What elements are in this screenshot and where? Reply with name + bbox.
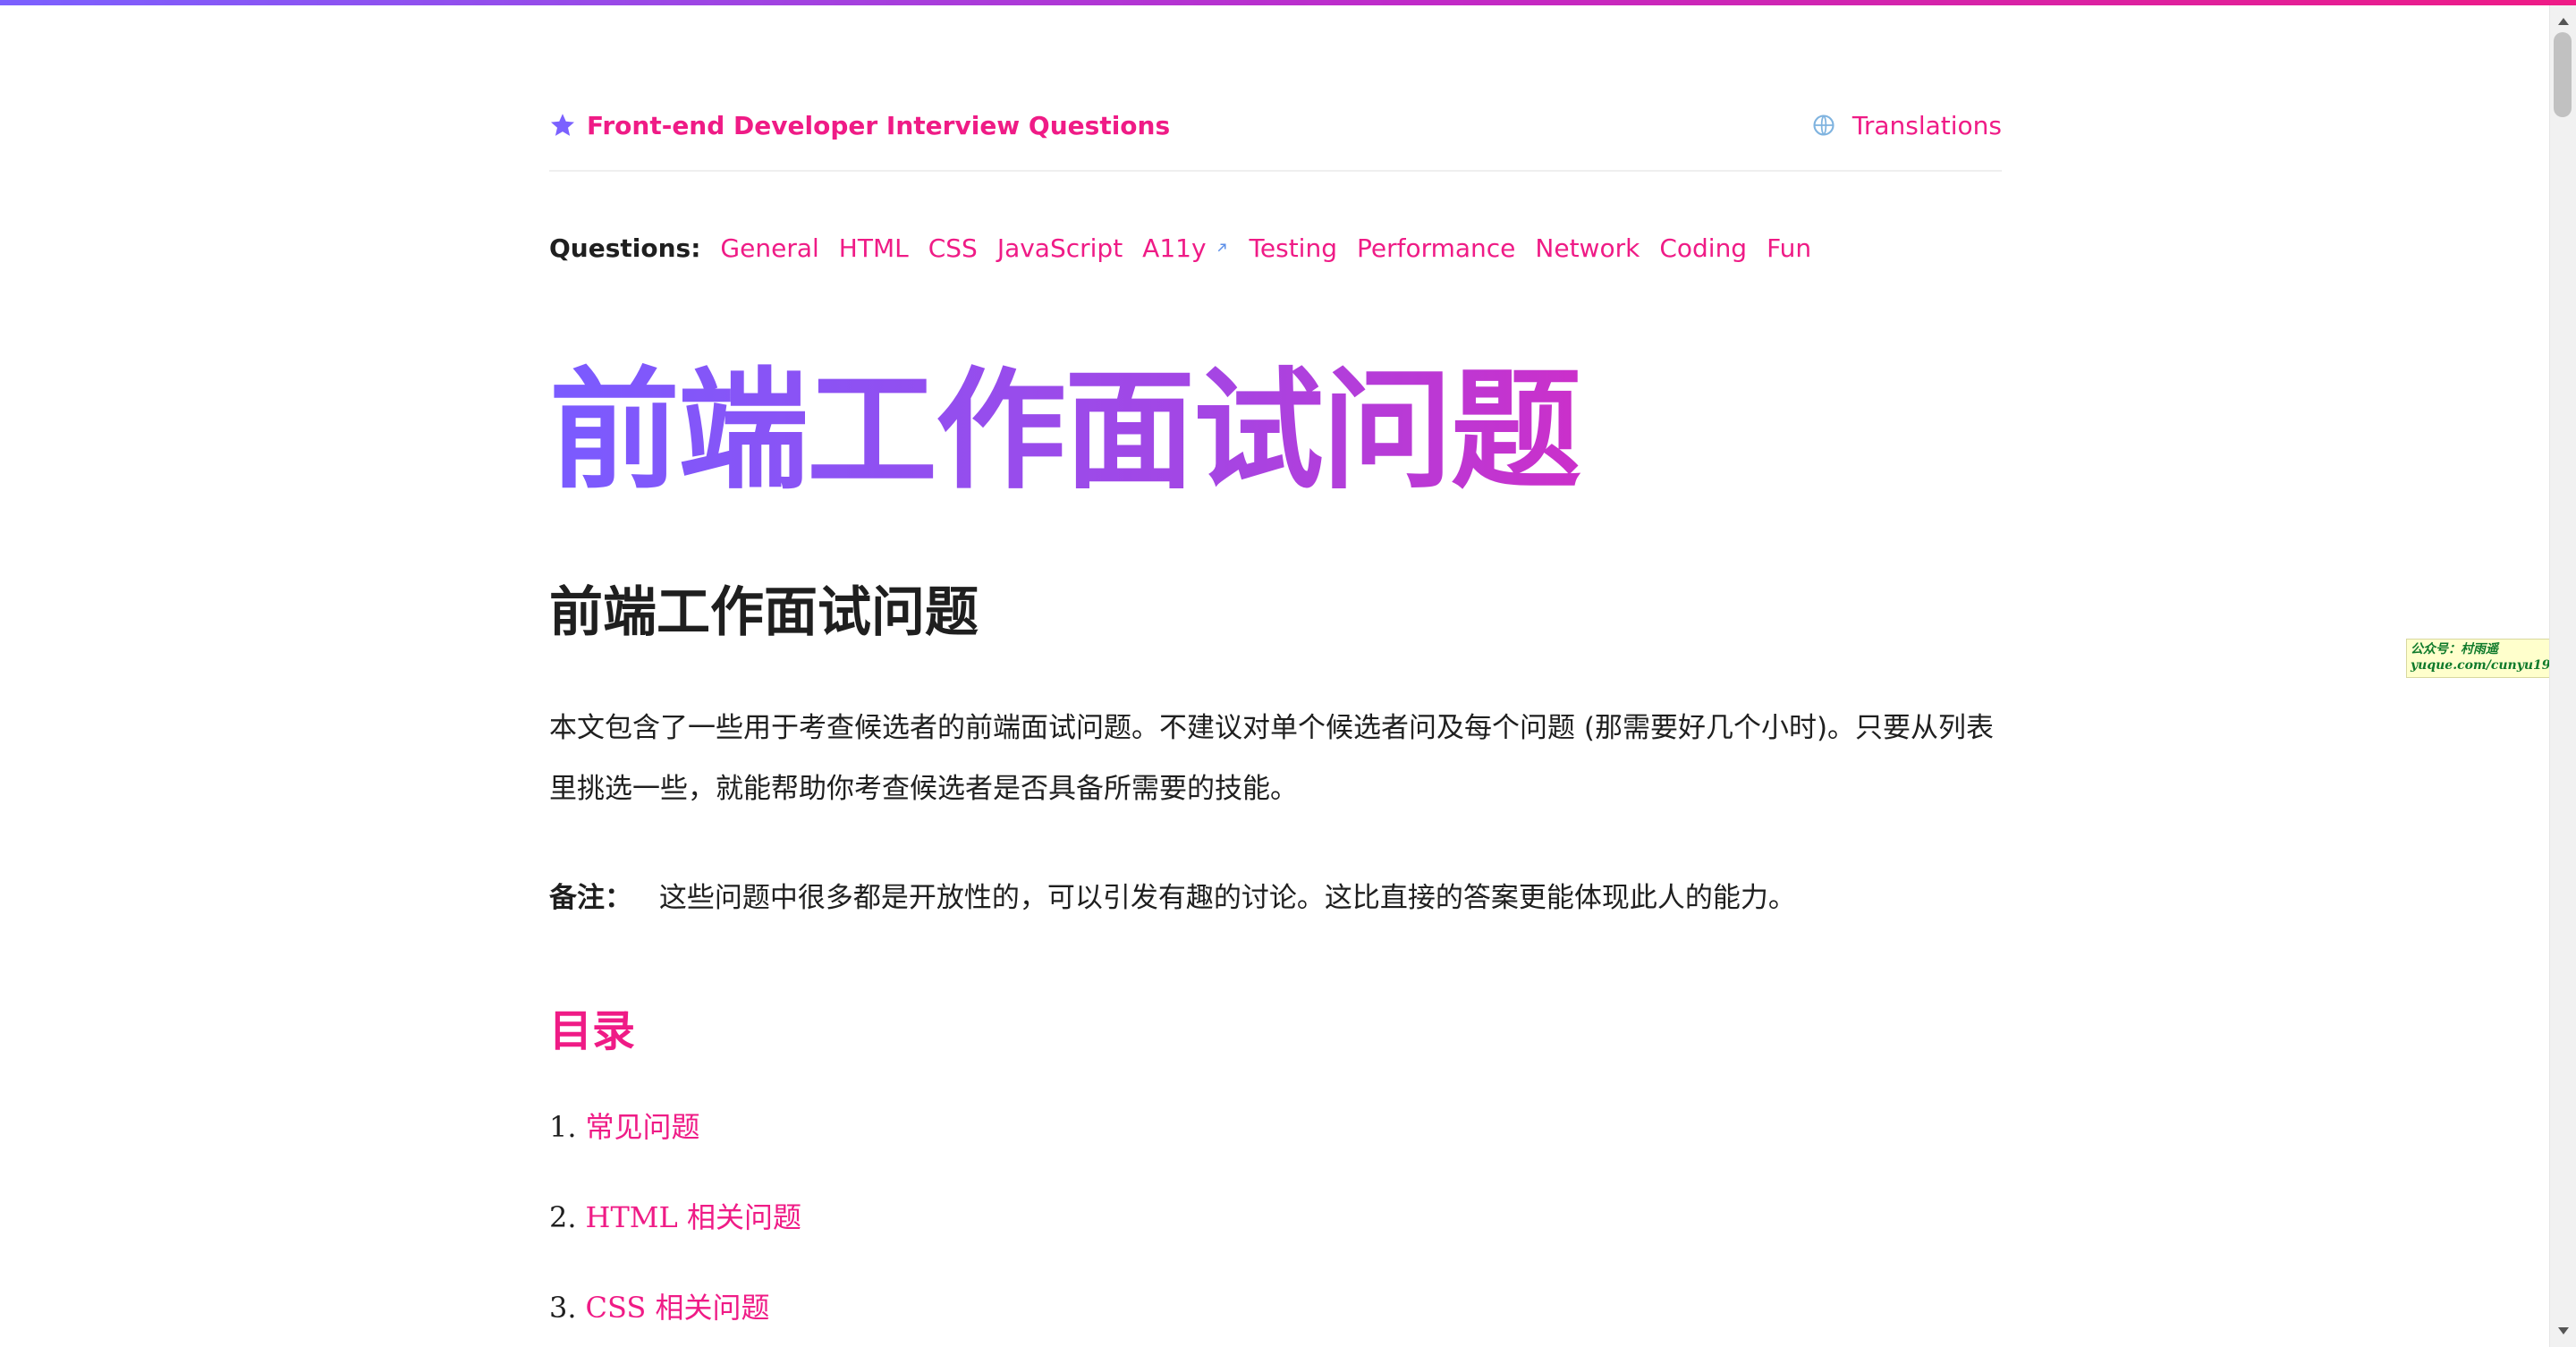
note-label: 备注： <box>549 882 632 914</box>
nav-fun[interactable]: Fun <box>1767 233 1811 263</box>
brand-title: Front-end Developer Interview Questions <box>587 110 1171 140</box>
star-icon <box>551 114 574 136</box>
nav-css[interactable]: CSS <box>928 233 978 263</box>
scroll-down-icon[interactable] <box>2558 1327 2569 1334</box>
toc-number: 3. <box>549 1291 577 1325</box>
nav-network[interactable]: Network <box>1535 233 1640 263</box>
toc-list: 1. 常见问题 2. HTML 相关问题 3. CSS 相关问题 <box>549 1102 2002 1347</box>
globe-icon <box>1813 114 1835 136</box>
scroll-up-icon[interactable] <box>2558 18 2569 25</box>
nav-coding[interactable]: Coding <box>1659 233 1747 263</box>
watermark-line-1: 公众号：村雨遥 <box>2411 642 2498 657</box>
note-paragraph: 备注： 这些问题中很多都是开放性的，可以引发有趣的讨论。这比直接的答案更能体现此… <box>549 868 2002 928</box>
site-header: Front-end Developer Interview Questions … <box>549 98 2002 152</box>
note-text: 这些问题中很多都是开放性的，可以引发有趣的讨论。这比直接的答案更能体现此人的能力… <box>658 882 1796 914</box>
vertical-scrollbar[interactable] <box>2549 5 2576 1347</box>
page-title: 前端工作面试问题 <box>549 581 979 644</box>
nav-html[interactable]: HTML <box>839 233 909 263</box>
intro-paragraph: 本文包含了一些用于考查候选者的前端面试问题。不建议对单个候选者问及每个问题 (那… <box>549 712 1995 805</box>
questions-nav: Questions: General HTML CSS JavaScript A… <box>549 225 2002 270</box>
nav-testing[interactable]: Testing <box>1250 233 1337 263</box>
translations-link[interactable]: Translations <box>1811 98 2002 152</box>
toc-number: 2. <box>549 1200 577 1234</box>
toc-number: 1. <box>549 1110 577 1144</box>
toc-item: 2. HTML 相关问题 <box>549 1192 2002 1283</box>
questions-label: Questions: <box>549 233 701 263</box>
nav-a11y[interactable]: A11y <box>1142 233 1229 263</box>
brand-link[interactable]: Front-end Developer Interview Questions <box>549 98 1170 152</box>
header-divider <box>549 170 2002 172</box>
nav-general[interactable]: General <box>720 233 818 263</box>
toc-link-general[interactable]: 常见问题 <box>586 1102 700 1152</box>
watermark-line-2: yuque.com/cunyu1943 <box>2411 658 2569 673</box>
toc-item: 1. 常见问题 <box>549 1102 2002 1192</box>
watermark-note: 公众号：村雨遥 yuque.com/cunyu1943 <box>2406 639 2572 678</box>
nav-performance[interactable]: Performance <box>1357 233 1515 263</box>
hero-title: 前端工作面试问题 <box>549 351 2002 512</box>
nav-javascript[interactable]: JavaScript <box>997 233 1123 263</box>
toc-heading: 目录 <box>549 1006 636 1056</box>
translations-label: Translations <box>1852 110 2002 140</box>
toc-link-css[interactable]: CSS 相关问题 <box>586 1283 770 1333</box>
external-link-icon <box>1217 243 1226 252</box>
page-container: Front-end Developer Interview Questions … <box>549 0 2002 1347</box>
toc-link-html[interactable]: HTML 相关问题 <box>586 1192 801 1242</box>
toc-item: 3. CSS 相关问题 <box>549 1283 2002 1347</box>
nav-a11y-label: A11y <box>1142 233 1207 263</box>
scroll-thumb[interactable] <box>2554 32 2572 117</box>
